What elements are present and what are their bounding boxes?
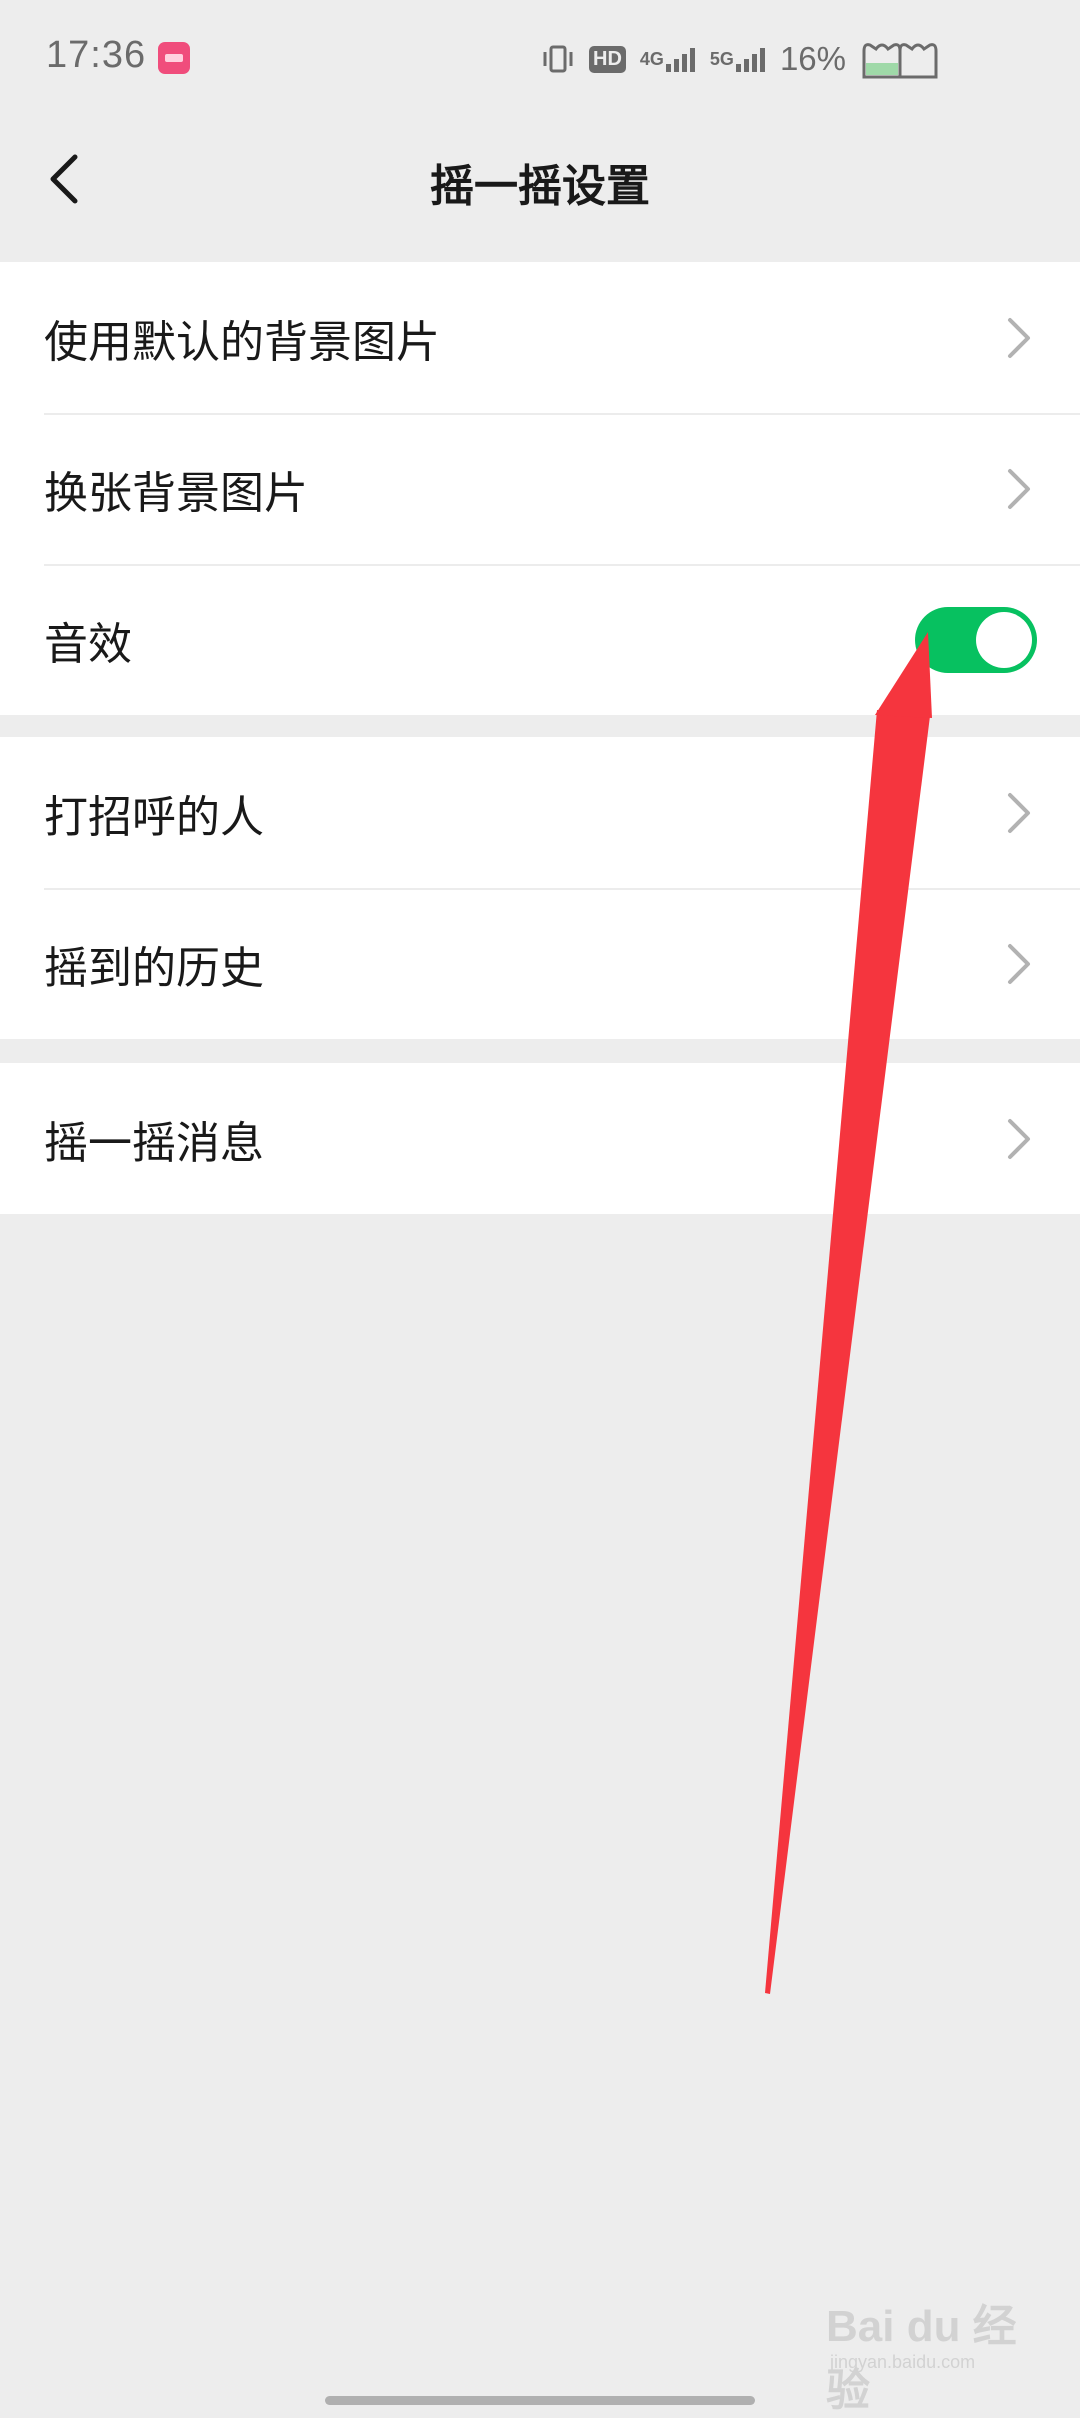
app-notification-icon (158, 42, 190, 74)
status-icons: HD 4G 5G 16% (541, 36, 940, 82)
cell-change-background[interactable]: 换张背景图片 (0, 413, 1080, 564)
cell-sound-effect: 音效 (0, 564, 1080, 715)
watermark: Bai du 经验 jingyan.baidu.com (826, 2290, 1026, 2415)
chevron-right-icon (1008, 1118, 1030, 1159)
watermark-url: jingyan.baidu.com (830, 2352, 976, 2372)
chevron-right-icon (1008, 468, 1030, 509)
chevron-right-icon (1008, 943, 1030, 984)
signal-5g-icon: 5G (710, 46, 766, 72)
cell-shake-messages[interactable]: 摇一摇消息 (0, 1063, 1080, 1214)
battery-icon (860, 37, 940, 81)
cell-label: 使用默认的背景图片 (44, 316, 440, 368)
chevron-right-icon (1008, 792, 1030, 833)
vibrate-icon (541, 44, 575, 74)
sound-effect-toggle[interactable] (915, 606, 1037, 673)
cell-label: 打招呼的人 (44, 791, 264, 843)
chevron-right-icon (1008, 317, 1030, 358)
cell-label: 摇一摇消息 (44, 1117, 264, 1169)
signal-4g-icon: 4G (640, 46, 696, 72)
status-time: 17:36 (46, 34, 147, 76)
navigation-bar: 摇一摇设置 (0, 120, 1080, 238)
cell-label: 摇到的历史 (44, 942, 264, 994)
toggle-knob (976, 611, 1032, 668)
settings-group-history: 打招呼的人 摇到的历史 (0, 737, 1080, 1039)
cell-greeted-people[interactable]: 打招呼的人 (0, 737, 1080, 888)
status-bar: 17:36 HD 4G 5G 16% (0, 0, 1080, 120)
cell-label: 换张背景图片 (44, 467, 308, 519)
battery-percent: 16% (779, 40, 846, 77)
home-indicator[interactable] (325, 2396, 755, 2405)
cell-shake-history[interactable]: 摇到的历史 (0, 888, 1080, 1039)
settings-group-background: 使用默认的背景图片 换张背景图片 音效 (0, 262, 1080, 715)
hd-icon: HD (589, 45, 626, 73)
cell-label: 音效 (44, 618, 132, 670)
page-title: 摇一摇设置 (430, 161, 650, 212)
settings-group-messages: 摇一摇消息 (0, 1063, 1080, 1214)
cell-default-background[interactable]: 使用默认的背景图片 (0, 262, 1080, 413)
